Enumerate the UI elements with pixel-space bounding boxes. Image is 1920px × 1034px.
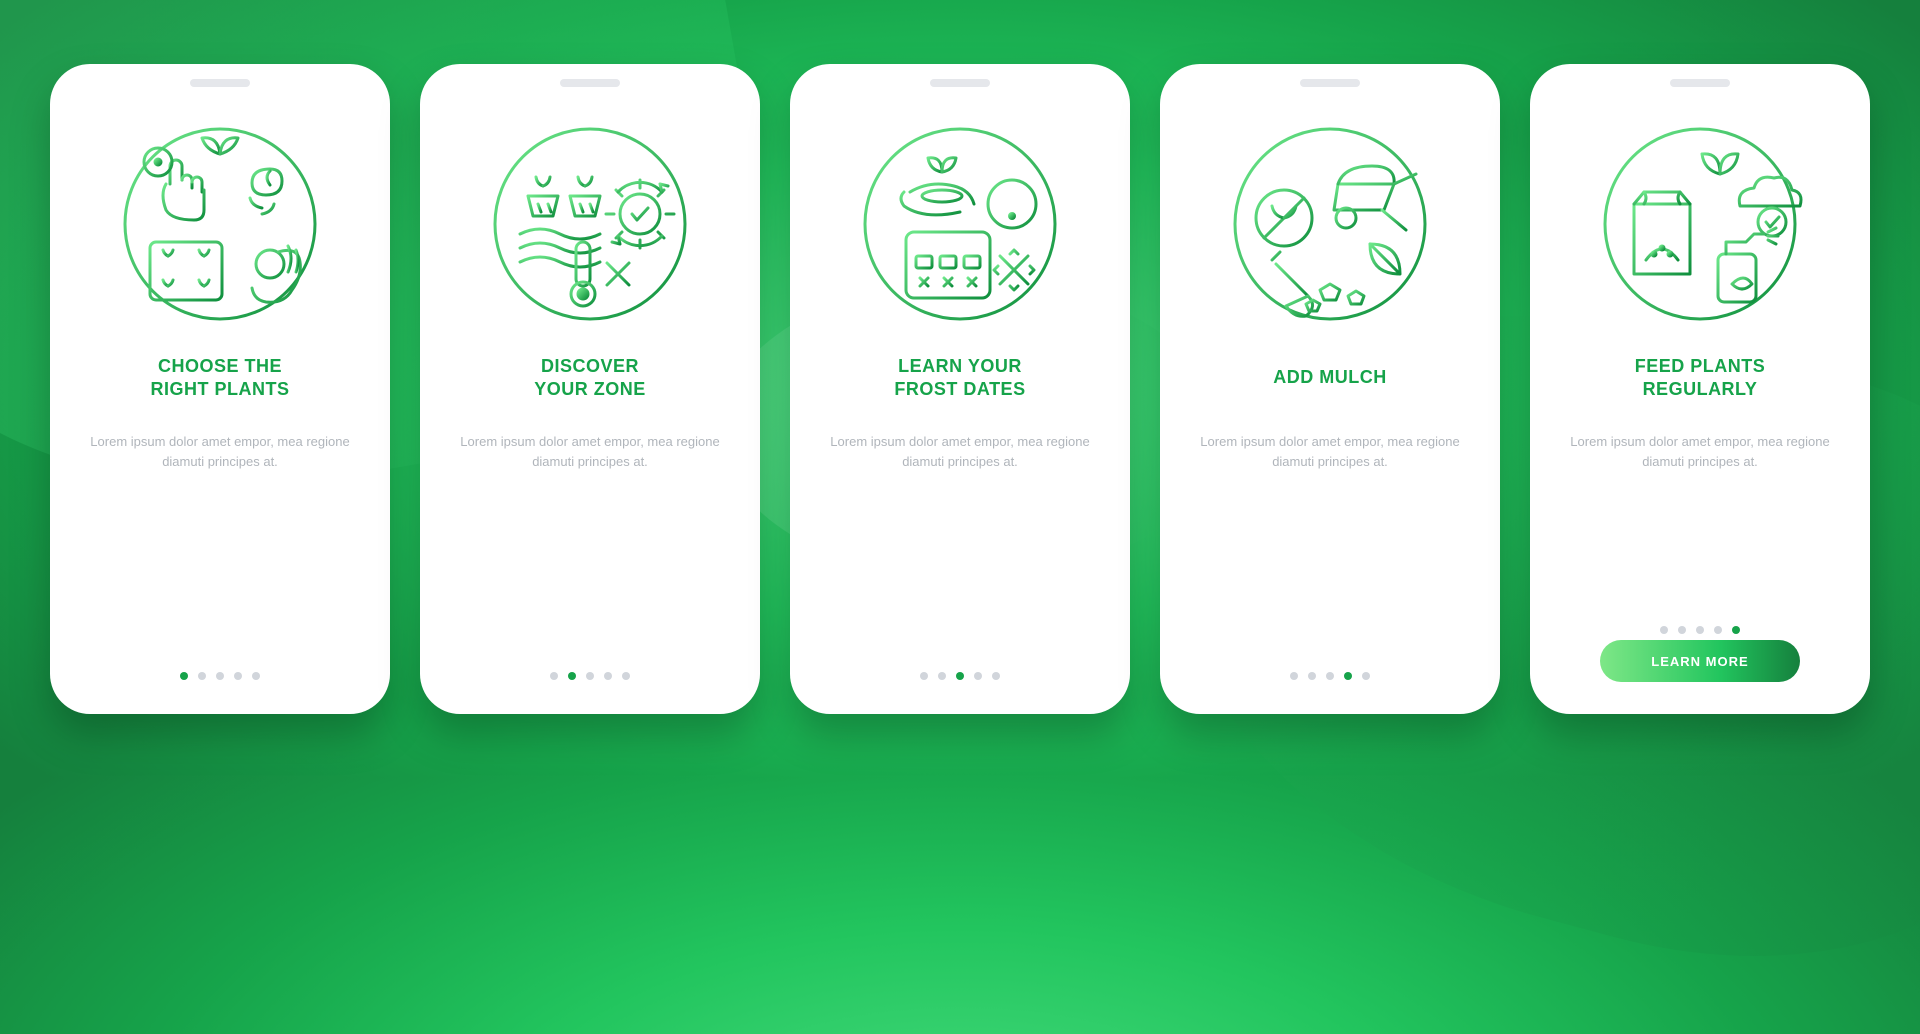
onboarding-screen-5: FEED PLANTS REGULARLY Lorem ipsum dolor … [1530,64,1870,714]
pager-dot[interactable] [1290,672,1298,680]
screen-body: Lorem ipsum dolor amet empor, mea region… [812,432,1108,472]
pager-dot[interactable] [1362,672,1370,680]
pager-dot[interactable] [216,672,224,680]
choose-plants-icon [110,114,330,334]
pager-dot[interactable] [1660,626,1668,634]
pager-dot[interactable] [180,672,188,680]
pager-dot[interactable] [992,672,1000,680]
frost-dates-icon [850,114,1070,334]
pager-dot[interactable] [568,672,576,680]
pager-dot[interactable] [1732,626,1740,634]
pager-dot[interactable] [1308,672,1316,680]
screen-title: LEARN YOUR FROST DATES [894,352,1025,404]
screen-body: Lorem ipsum dolor amet empor, mea region… [1552,432,1848,472]
pager-dot[interactable] [550,672,558,680]
discover-zone-icon [480,114,700,334]
pager-dot[interactable] [920,672,928,680]
pager-dot[interactable] [956,672,964,680]
phone-notch [930,79,990,87]
screen-body: Lorem ipsum dolor amet empor, mea region… [72,432,368,472]
add-mulch-icon [1220,114,1440,334]
screen-body: Lorem ipsum dolor amet empor, mea region… [442,432,738,472]
onboarding-screen-2: DISCOVER YOUR ZONE Lorem ipsum dolor ame… [420,64,760,714]
screen-title: CHOOSE THE RIGHT PLANTS [151,352,290,404]
pager-dot[interactable] [1678,626,1686,634]
pager-dot[interactable] [1696,626,1704,634]
pager-dot[interactable] [198,672,206,680]
pager-dot[interactable] [234,672,242,680]
pager-dot[interactable] [604,672,612,680]
pagination-dots [180,672,260,680]
screen-title: ADD MULCH [1273,352,1386,404]
pager-dot[interactable] [1326,672,1334,680]
phone-notch [1300,79,1360,87]
pager-dot[interactable] [938,672,946,680]
phone-notch [560,79,620,87]
onboarding-screen-1: CHOOSE THE RIGHT PLANTS Lorem ipsum dolo… [50,64,390,714]
screen-title: DISCOVER YOUR ZONE [534,352,646,404]
pagination-dots [920,672,1000,680]
onboarding-screen-3: LEARN YOUR FROST DATES Lorem ipsum dolor… [790,64,1130,714]
phone-notch [1670,79,1730,87]
onboarding-screen-4: ADD MULCH Lorem ipsum dolor amet empor, … [1160,64,1500,714]
pagination-dots [1660,626,1740,634]
pager-dot[interactable] [974,672,982,680]
pager-dot[interactable] [622,672,630,680]
pager-dot[interactable] [252,672,260,680]
pager-dot[interactable] [1344,672,1352,680]
pager-dot[interactable] [1714,626,1722,634]
feed-plants-icon [1590,114,1810,334]
pagination-dots [550,672,630,680]
screen-body: Lorem ipsum dolor amet empor, mea region… [1182,432,1478,472]
pager-dot[interactable] [586,672,594,680]
screen-title: FEED PLANTS REGULARLY [1635,352,1766,404]
learn-more-button[interactable]: LEARN MORE [1600,640,1800,682]
pagination-dots [1290,672,1370,680]
phone-notch [190,79,250,87]
phone-row: CHOOSE THE RIGHT PLANTS Lorem ipsum dolo… [50,64,1870,714]
